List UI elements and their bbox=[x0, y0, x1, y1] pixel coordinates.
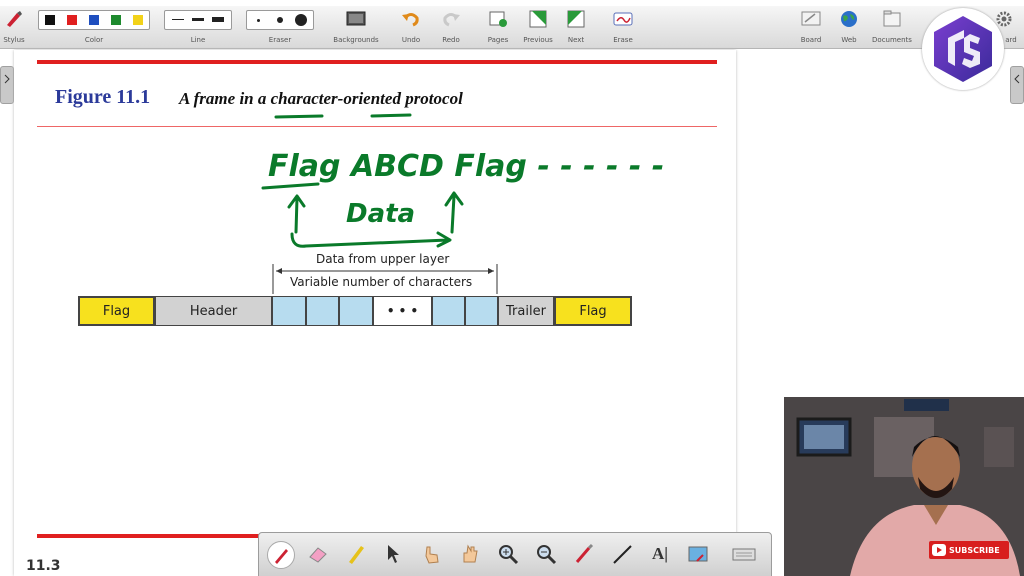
channel-logo bbox=[922, 8, 1004, 90]
underline-character bbox=[274, 114, 324, 119]
arrow-up-right bbox=[444, 191, 464, 234]
bracket-data bbox=[290, 231, 452, 248]
pen-icon bbox=[275, 549, 288, 564]
presenter-webcam: SUBSCRIBE bbox=[784, 397, 1024, 576]
line-icon bbox=[613, 545, 632, 564]
play-icon bbox=[932, 544, 946, 556]
select-tool-button[interactable] bbox=[381, 541, 407, 567]
pen-tool-button[interactable] bbox=[267, 541, 295, 569]
whiteboard-app: Stylus Color Line Eraser Backgrounds Und… bbox=[0, 0, 1024, 576]
frame-header: Header bbox=[155, 296, 272, 326]
highlighter-icon bbox=[349, 546, 364, 564]
arrow-up-left bbox=[287, 194, 306, 234]
subscribe-label: SUBSCRIBE bbox=[949, 545, 1000, 555]
bottom-toolbar: A| bbox=[258, 532, 772, 576]
frame-data-cell bbox=[432, 296, 465, 326]
pointing-hand-icon bbox=[425, 546, 439, 564]
pan-tool-button[interactable] bbox=[457, 541, 483, 567]
ink-text-flag-data: Flag ABCD Flag - - - - - - bbox=[268, 149, 664, 184]
variable-chars-label: Variable number of characters bbox=[290, 275, 473, 289]
eraser-tool-button[interactable] bbox=[305, 541, 331, 567]
pointer-tool-button[interactable] bbox=[419, 541, 445, 567]
underline-oriented bbox=[370, 113, 412, 118]
cursor-arrow-icon bbox=[388, 545, 399, 563]
keyboard-icon bbox=[732, 548, 756, 561]
ink-text-data: Data bbox=[346, 199, 415, 229]
zoom-out-icon bbox=[537, 545, 557, 565]
screenshot-icon bbox=[688, 546, 708, 562]
keyboard-button[interactable] bbox=[731, 541, 757, 567]
line-tool-button[interactable] bbox=[609, 541, 635, 567]
text-tool-button[interactable]: A| bbox=[647, 541, 673, 567]
hand-icon bbox=[463, 544, 478, 563]
frame-data-cell bbox=[306, 296, 339, 326]
zoom-in-button[interactable] bbox=[495, 541, 521, 567]
hexagon-logo-icon bbox=[934, 16, 992, 82]
subscribe-button[interactable]: SUBSCRIBE bbox=[929, 541, 1009, 559]
zoom-in-icon bbox=[499, 545, 519, 565]
frame-trailer: Trailer bbox=[498, 296, 554, 326]
frame-ellipsis: • • • bbox=[373, 296, 432, 326]
frame-flag-left: Flag bbox=[78, 296, 155, 326]
screenshot-tool-button[interactable] bbox=[685, 541, 711, 567]
eraser-icon bbox=[309, 547, 327, 563]
frame-data-cell bbox=[339, 296, 373, 326]
text-tool-icon: A| bbox=[651, 544, 669, 563]
laser-pen-icon bbox=[575, 543, 594, 563]
zoom-out-button[interactable] bbox=[533, 541, 559, 567]
frame-data-cell bbox=[272, 296, 306, 326]
page-number: 11.3 bbox=[26, 558, 61, 574]
frame-flag-right: Flag bbox=[554, 296, 632, 326]
bottom-red-rule bbox=[37, 534, 259, 538]
highlighter-tool-button[interactable] bbox=[343, 541, 369, 567]
frame-data-cell bbox=[465, 296, 498, 326]
underline-flag bbox=[261, 182, 320, 190]
laser-pen-button[interactable] bbox=[571, 541, 597, 567]
